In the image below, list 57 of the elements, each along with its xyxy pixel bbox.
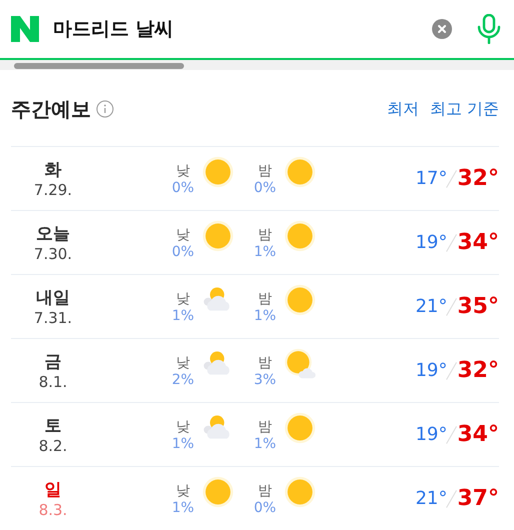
microphone-icon[interactable] [476, 14, 502, 44]
sort-link[interactable]: 최고 기준 [430, 98, 499, 120]
day-label: 금 [44, 351, 62, 373]
date-label: 7.29. [34, 181, 72, 199]
day-label: 화 [44, 159, 62, 181]
low-temperature: 19° [415, 424, 448, 445]
day-label: 내일 [36, 287, 70, 309]
date-label: 7.30. [34, 245, 72, 263]
info-icon[interactable] [96, 100, 114, 118]
high-temperature: 32° [457, 166, 499, 191]
day-label: 일 [44, 479, 62, 501]
rain-chance: 1% [254, 308, 276, 324]
clear-icon[interactable] [432, 19, 452, 39]
rain-chance: 0% [172, 180, 194, 196]
low-temperature: 19° [415, 360, 448, 381]
period-label: 낮 [176, 354, 190, 372]
period-label: 밤 [258, 418, 272, 436]
period-label: 낮 [176, 482, 190, 500]
period-label: 밤 [258, 162, 272, 180]
period-label: 밤 [258, 354, 272, 372]
period-label: 밤 [258, 482, 272, 500]
period-label: 낮 [176, 418, 190, 436]
high-temperature: 32° [457, 358, 499, 383]
date-label: 7.31. [34, 309, 72, 327]
rain-chance: 0% [172, 244, 194, 260]
scrollbar[interactable] [0, 60, 514, 70]
low-temperature: 21° [415, 296, 448, 317]
period-label: 낮 [176, 226, 190, 244]
period-label: 낮 [176, 290, 190, 308]
date-label: 8.3. [38, 501, 68, 519]
low-temperature: 19° [415, 232, 448, 253]
rain-chance: 1% [254, 436, 276, 452]
rain-chance: 2% [172, 372, 194, 388]
high-temperature: 35° [457, 294, 499, 319]
rain-chance: 1% [172, 436, 194, 452]
search-field[interactable]: 마드리드 날씨 [53, 18, 432, 40]
period-label: 밤 [258, 290, 272, 308]
high-temperature: 37° [457, 486, 499, 511]
rain-chance: 1% [172, 308, 194, 324]
rain-chance: 1% [172, 500, 194, 516]
date-label: 8.2. [38, 437, 68, 455]
low-temperature: 21° [415, 488, 448, 509]
sort-link[interactable]: 최저 [386, 98, 419, 120]
period-label: 밤 [258, 226, 272, 244]
rain-chance: 0% [254, 180, 276, 196]
section-title: 주간예보 [11, 96, 91, 122]
date-label: 8.1. [38, 373, 68, 391]
day-label: 토 [44, 415, 62, 437]
rain-chance: 1% [254, 244, 276, 260]
high-temperature: 34° [457, 422, 499, 447]
high-temperature: 34° [457, 230, 499, 255]
rain-chance: 0% [254, 500, 276, 516]
period-label: 낮 [176, 162, 190, 180]
logo-icon[interactable] [11, 16, 39, 42]
low-temperature: 17° [415, 168, 448, 189]
rain-chance: 3% [254, 372, 276, 388]
day-label: 오늘 [36, 223, 70, 245]
